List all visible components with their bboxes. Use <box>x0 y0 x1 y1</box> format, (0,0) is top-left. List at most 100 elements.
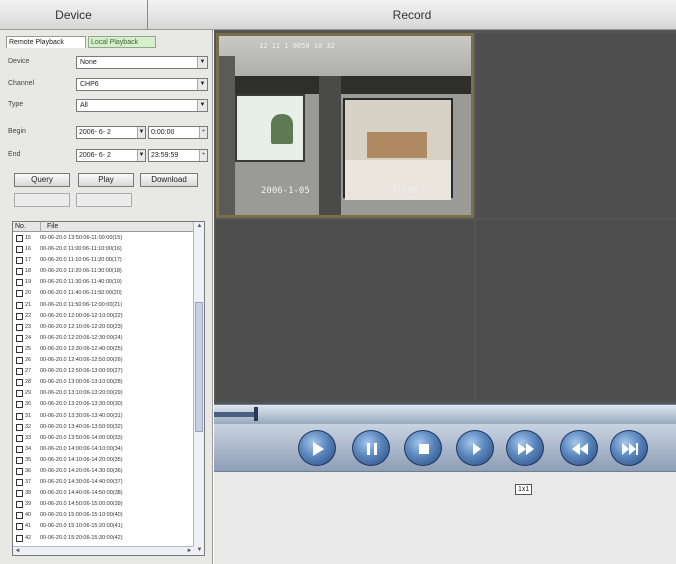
list-item[interactable]: 26 00-06-20.0 12:40:06-12:50:00(26) <box>13 355 194 366</box>
next-control-button[interactable] <box>610 430 648 466</box>
row-checkbox[interactable] <box>16 467 23 475</box>
row-file-name: 00-06-20.0 15:10:06-15:20:00(41) <box>40 523 123 530</box>
list-item[interactable]: 27 00-06-20.0 12:50:06-13:00:00(27) <box>13 366 194 377</box>
list-item[interactable]: 20 00-06-20.0 11:40:06-11:50:00(20) <box>13 288 194 299</box>
list-item[interactable]: 37 00-06-20.0 14:30:06-14:40:00(37) <box>13 477 194 488</box>
row-checkbox[interactable] <box>16 456 23 464</box>
video-pane-1[interactable]: 12 11 1 0058 10 32 2006-1-05 7:39A <box>216 33 474 218</box>
list-item[interactable]: 31 00-06-20.0 13:30:06-13:40:00(31) <box>13 411 194 422</box>
channel-row: Channel CHP6 ▼ <box>8 78 208 92</box>
stop-control-button[interactable] <box>404 430 442 466</box>
list-item[interactable]: 18 00-06-20.0 11:20:06-11:30:00(18) <box>13 266 194 277</box>
type-select[interactable]: All ▼ <box>76 99 208 112</box>
list-item[interactable]: 28 00-06-20.0 13:00:06-13:10:00(28) <box>13 377 194 388</box>
row-checkbox[interactable] <box>16 368 23 376</box>
scroll-up-icon[interactable]: ▲ <box>195 222 204 231</box>
list-item[interactable]: 17 00-06-20.0 11:10:06-11:20:00(17) <box>13 255 194 266</box>
row-checkbox[interactable] <box>16 357 23 365</box>
begin-date-field[interactable]: 2006- 6- 2 ▼ <box>76 126 146 139</box>
list-item[interactable]: 25 00-06-20.0 12:30:06-12:40:00(25) <box>13 344 194 355</box>
step-forward-icon <box>473 443 481 455</box>
row-checkbox[interactable] <box>16 401 23 409</box>
video-pane-4[interactable] <box>476 220 676 402</box>
row-checkbox[interactable] <box>16 445 23 453</box>
vertical-scrollbar[interactable]: ▲ ▼ <box>193 222 204 555</box>
scroll-right-icon[interactable]: ► <box>185 547 194 555</box>
list-item[interactable]: 16 00-06-20.0 11:00:06-11:10:00(16) <box>13 244 194 255</box>
list-item[interactable]: 29 00-06-20.0 13:10:06-13:20:00(29) <box>13 388 194 399</box>
row-checkbox[interactable] <box>16 323 23 331</box>
end-date-field[interactable]: 2006- 6- 2 ▼ <box>76 149 146 162</box>
spinner-icon: ÷ <box>199 127 207 138</box>
list-item[interactable]: 24 00-06-20.0 12:20:06-12:30:00(24) <box>13 333 194 344</box>
row-file-name: 00-06-20.0 12:40:06-12:50:00(26) <box>40 357 123 364</box>
disabled-button-2[interactable] <box>76 193 132 207</box>
list-item[interactable]: 35 00-06-20.0 14:10:06-14:20:00(35) <box>13 455 194 466</box>
fast-forward-control-button[interactable] <box>506 430 544 466</box>
end-time-field[interactable]: 23:59:59 ÷ <box>148 149 208 162</box>
pause-control-button[interactable] <box>352 430 390 466</box>
row-checkbox[interactable] <box>16 301 23 309</box>
list-item[interactable]: 32 00-06-20.0 13:40:06-13:50:00(32) <box>13 422 194 433</box>
list-item[interactable]: 38 00-06-20.0 14:40:06-14:50:00(38) <box>13 488 194 499</box>
row-checkbox[interactable] <box>16 479 23 487</box>
row-checkbox[interactable] <box>16 523 23 531</box>
disabled-button-1[interactable] <box>14 193 70 207</box>
row-checkbox[interactable] <box>16 412 23 420</box>
video-pane-2[interactable] <box>476 33 676 218</box>
channel-select[interactable]: CHP6 ▼ <box>76 78 208 91</box>
row-file-name: 00-06-20.0 11:50:06-12:00:00(21) <box>40 301 123 308</box>
list-item[interactable]: 40 00-06-20.0 15:00:06-15:10:00(40) <box>13 510 194 521</box>
row-checkbox[interactable] <box>16 279 23 287</box>
record-file-list[interactable]: No. File 15 00-06-20.0 13:50:06-11:00:00(… <box>12 221 205 556</box>
tab-local-playback[interactable]: Local Playback <box>88 36 156 48</box>
horizontal-scrollbar[interactable]: ◄ ► <box>13 546 194 555</box>
list-item[interactable]: 41 00-06-20.0 15:10:06-15:20:00(41) <box>13 521 194 532</box>
download-button[interactable]: Download <box>140 173 198 187</box>
list-item[interactable]: 22 00-06-20.0 12:00:06-12:10:00(22) <box>13 311 194 322</box>
step-forward-control-button[interactable] <box>456 430 494 466</box>
column-header-no[interactable]: No. <box>15 222 41 232</box>
list-item[interactable]: 39 00-06-20.0 14:50:06-15:00:00(39) <box>13 499 194 510</box>
list-item[interactable]: 23 00-06-20.0 12:10:06-12:20:00(23) <box>13 322 194 333</box>
list-item[interactable]: 21 00-06-20.0 11:50:06-12:00:00(21) <box>13 300 194 311</box>
row-checkbox[interactable] <box>16 257 23 265</box>
column-header-file[interactable]: File <box>47 222 58 232</box>
left-panel: Remote Playback Local Playback Device No… <box>0 30 213 564</box>
row-checkbox[interactable] <box>16 345 23 353</box>
row-checkbox[interactable] <box>16 501 23 509</box>
query-button[interactable]: Query <box>14 173 70 187</box>
row-checkbox[interactable] <box>16 390 23 398</box>
row-checkbox[interactable] <box>16 512 23 520</box>
list-item[interactable]: 15 00-06-20.0 13:50:06-11:00:00(15) <box>13 233 194 244</box>
scroll-down-icon[interactable]: ▼ <box>195 546 204 555</box>
play-control-button[interactable] <box>298 430 336 466</box>
list-item[interactable]: 33 00-06-20.0 13:50:06-14:00:00(33) <box>13 433 194 444</box>
list-item[interactable]: 19 00-06-20.0 11:30:06-11:40:00(19) <box>13 277 194 288</box>
row-checkbox[interactable] <box>16 423 23 431</box>
row-checkbox[interactable] <box>16 235 23 242</box>
begin-time-field[interactable]: 0:00:00 ÷ <box>148 126 208 139</box>
tab-remote-playback[interactable]: Remote Playback <box>6 36 86 48</box>
scroll-left-icon[interactable]: ◄ <box>13 547 22 555</box>
rewind-control-button[interactable] <box>560 430 598 466</box>
row-checkbox[interactable] <box>16 334 23 342</box>
row-checkbox[interactable] <box>16 379 23 387</box>
row-checkbox[interactable] <box>16 434 23 442</box>
playback-progress-bar[interactable] <box>214 404 676 424</box>
video-pane-3[interactable] <box>216 220 474 402</box>
list-item[interactable]: 36 00-06-20.0 14:20:06-14:30:00(36) <box>13 466 194 477</box>
device-select[interactable]: None ▼ <box>76 56 208 69</box>
list-item[interactable]: 34 00-06-20.0 14:00:06-14:10:00(34) <box>13 444 194 455</box>
progress-handle[interactable] <box>253 407 258 421</box>
play-button[interactable]: Play <box>78 173 134 187</box>
row-checkbox[interactable] <box>16 268 23 276</box>
row-checkbox[interactable] <box>16 312 23 320</box>
row-checkbox[interactable] <box>16 246 23 254</box>
row-checkbox[interactable] <box>16 490 23 498</box>
list-item[interactable]: 30 00-06-20.0 13:20:06-13:30:00(30) <box>13 399 194 410</box>
scrollbar-thumb[interactable] <box>195 302 203 432</box>
row-checkbox[interactable] <box>16 290 23 298</box>
list-item[interactable]: 42 00-06-20.0 15:20:06-15:30:00(42) <box>13 533 194 544</box>
row-checkbox[interactable] <box>16 534 23 542</box>
